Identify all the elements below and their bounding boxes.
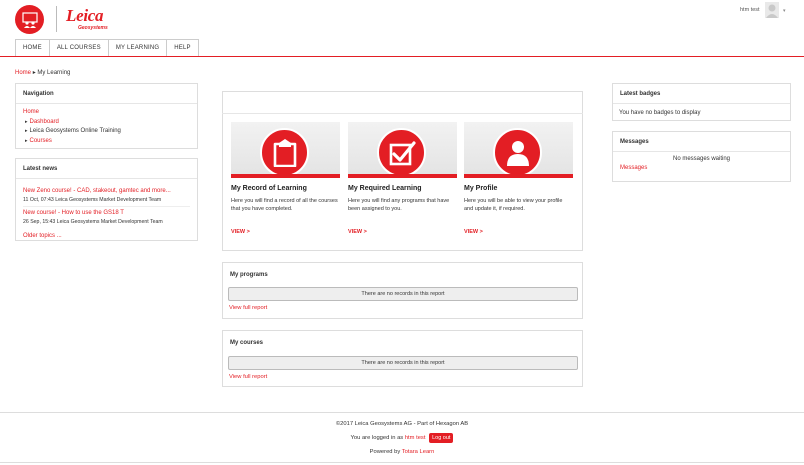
nav-help[interactable]: HELP [166,39,199,56]
news-item: New course! - How to use the GS18 T 26 S… [16,209,197,228]
badges-empty-text: You have no badges to display [619,110,701,116]
person-icon [506,140,529,166]
nav-tree-courses[interactable]: Courses [30,138,52,144]
nav-my-learning[interactable]: MY LEARNING [107,39,168,56]
courses-view-full-report-link[interactable]: View full report [229,374,267,380]
card-description: Here you will be able to view your profi… [464,198,563,212]
powered-by-link[interactable]: Totara Learn [402,449,435,455]
news-item-link[interactable]: New Zeno course! - CAD, stakeout, gamtec… [23,188,171,194]
logout-button[interactable]: Log out [429,433,454,443]
breadcrumb-separator: ▸ [32,70,36,76]
footer-divider [0,412,804,413]
nav-divider [0,56,804,57]
training-logo-icon [21,11,38,28]
latest-news-title: Latest news [23,166,58,172]
courses-empty-report: There are no records in this report [228,356,578,370]
programs-empty-report: There are no records in this report [228,287,578,301]
card-view-link[interactable]: VIEW > [348,229,367,235]
card-my-profile[interactable]: My Profile Here you will be able to view… [464,122,573,235]
chevron-down-icon[interactable]: ▾ [783,8,786,14]
logged-in-prefix: You are logged in as [350,435,404,441]
card-image [464,122,573,178]
powered-by-prefix: Powered by [369,449,401,455]
nav-all-courses[interactable]: ALL COURSES [48,39,109,56]
card-title: My Profile [464,185,498,192]
messages-title: Messages [620,139,649,145]
breadcrumb-home[interactable]: Home [15,70,31,76]
user-menu-name[interactable]: htm test [740,7,760,13]
navigation-block-title: Navigation [23,91,54,97]
site-logo[interactable] [15,5,44,34]
card-description: Here you will find any programs that hav… [348,198,450,212]
brand-sub: Geosystems [78,25,108,31]
block-divider [222,113,583,114]
messages-block: Messages No messages waiting Messages [612,131,791,182]
brand-wordmark: Leica [66,6,104,25]
card-description: Here you will find a record of all the c… [231,198,338,212]
my-programs-title: My programs [230,272,268,278]
card-record-of-learning[interactable]: My Record of Learning Here you will find… [231,122,340,235]
card-image [231,122,340,178]
breadcrumb: Home ▸ My Learning [15,69,70,76]
news-item: New Zeno course! - CAD, stakeout, gamtec… [16,187,197,207]
footer-powered-by: Powered by Totara Learn [0,449,804,455]
site-header: Leica Geosystems htm test ▾ [0,0,804,38]
block-divider [16,178,197,179]
nav-tree-home[interactable]: Home [23,109,39,115]
card-title: My Required Learning [348,185,422,192]
footer-bottom-divider [0,462,804,463]
programs-view-full-report-link[interactable]: View full report [229,305,267,311]
news-item-meta: 26 Sep, 15:43 Leica Geosystems Market De… [23,219,163,225]
card-view-link[interactable]: VIEW > [464,229,483,235]
news-item-meta: 11 Oct, 07:43 Leica Geosystems Market De… [23,196,190,207]
latest-badges-block: Latest badges You have no badges to disp… [612,83,791,121]
news-item-link[interactable]: New course! - How to use the GS18 T [23,210,124,216]
older-topics-link[interactable]: Older topics ... [23,233,62,239]
nav-home[interactable]: HOME [15,39,50,56]
messages-link[interactable]: Messages [620,165,647,171]
card-view-link[interactable]: VIEW > [231,229,250,235]
latest-news-block: Latest news New Zeno course! - CAD, stak… [15,158,198,241]
avatar-icon[interactable] [765,2,779,18]
footer-login-info: You are logged in as htm test Log out [0,433,804,443]
clipboard-icon [273,138,296,167]
nav-tree-site[interactable]: Leica Geosystems Online Training [30,128,121,134]
logo-divider [56,6,57,32]
logged-in-user-link[interactable]: htm test [405,435,426,441]
checkbox-icon [389,140,416,165]
my-courses-title: My courses [230,340,264,346]
card-required-learning[interactable]: My Required Learning Here you will find … [348,122,457,235]
nav-tree-dashboard[interactable]: Dashboard [30,119,59,125]
messages-empty-text: No messages waiting [672,156,731,162]
main-nav: HOME ALL COURSES MY LEARNING HELP [15,39,199,56]
card-image [348,122,457,178]
latest-badges-title: Latest badges [620,91,661,97]
footer-copyright: ©2017 Leica Geosystems AG - Part of Hexa… [335,421,469,427]
card-title: My Record of Learning [231,185,307,192]
breadcrumb-current: My Learning [37,70,71,76]
navigation-block: Navigation Home Dashboard Leica Geosyste… [15,83,198,149]
